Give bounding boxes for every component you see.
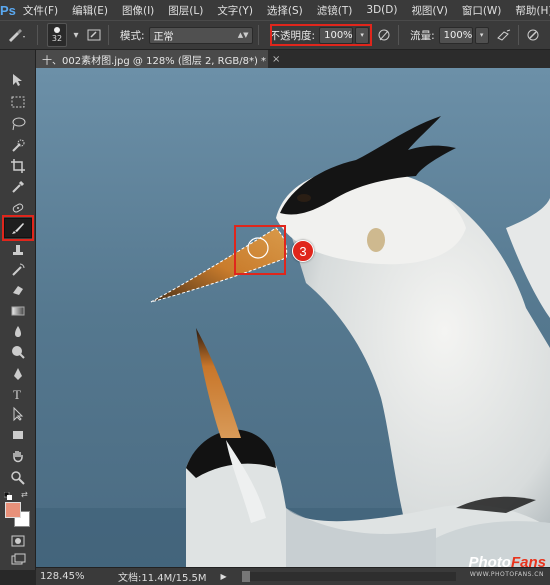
- document-info: 文档:11.4M/15.5M: [118, 573, 207, 584]
- zoom-icon[interactable]: [4, 468, 32, 488]
- close-tab-icon[interactable]: ×: [272, 54, 280, 65]
- flow-dropdown-icon[interactable]: ▾: [474, 26, 489, 44]
- type-icon[interactable]: T: [4, 384, 32, 404]
- dodge-icon[interactable]: [4, 342, 32, 362]
- brush-size-picker[interactable]: 32: [47, 23, 67, 47]
- lasso-icon[interactable]: [4, 114, 32, 134]
- horizontal-scrollbar[interactable]: [246, 572, 456, 581]
- screen-mode-icon[interactable]: [4, 550, 32, 570]
- blur-icon[interactable]: [4, 322, 32, 342]
- watermark-logo: PhotoFans: [468, 554, 546, 571]
- default-colors-icon[interactable]: [3, 490, 14, 500]
- status-menu-arrow-icon[interactable]: ▶: [221, 572, 227, 581]
- photoshop-logo: Ps: [0, 2, 16, 18]
- document-tab[interactable]: 十、002素材图.jpg @ 128% (图层 2, RGB/8*) * ×: [36, 50, 280, 68]
- menu-help[interactable]: 帮助(H): [508, 3, 550, 18]
- menu-file[interactable]: 文件(F): [16, 3, 65, 18]
- mode-value: 正常: [153, 31, 174, 43]
- history-brush-icon[interactable]: [4, 260, 32, 280]
- pen-icon[interactable]: [4, 364, 32, 384]
- menu-edit[interactable]: 编辑(E): [65, 3, 115, 18]
- flow-field[interactable]: 100%: [438, 26, 473, 44]
- move-icon[interactable]: [4, 70, 32, 90]
- stamp-icon[interactable]: [4, 240, 32, 260]
- brush-dropdown-icon[interactable]: ▾: [67, 26, 85, 44]
- menu-layer[interactable]: 图层(L): [161, 3, 210, 18]
- shape-icon[interactable]: [4, 425, 32, 445]
- marquee-icon[interactable]: [4, 92, 32, 112]
- annotation-badge-3: 3: [292, 240, 314, 262]
- svg-text:T: T: [13, 387, 21, 402]
- document-tab-bar: 十、002素材图.jpg @ 128% (图层 2, RGB/8*) * ×: [36, 50, 550, 68]
- brush-cursor-highlight: [234, 225, 286, 275]
- scrollbar-thumb[interactable]: [242, 571, 250, 582]
- brush-panel-toggle-icon[interactable]: [85, 26, 103, 44]
- bird-photo: [36, 68, 550, 567]
- quick-mask-icon[interactable]: [4, 531, 32, 551]
- gradient-icon[interactable]: [4, 301, 32, 321]
- menu-3d[interactable]: 3D(D): [359, 4, 404, 16]
- menu-select[interactable]: 选择(S): [260, 3, 310, 18]
- tool-preset-picker[interactable]: [0, 24, 32, 46]
- menu-filter[interactable]: 滤镜(T): [310, 3, 360, 18]
- pressure-opacity-icon[interactable]: [375, 26, 393, 44]
- menu-image[interactable]: 图像(I): [115, 3, 161, 18]
- swap-colors-icon[interactable]: ⇄: [21, 490, 31, 499]
- airbrush-icon[interactable]: [495, 26, 513, 44]
- crop-icon[interactable]: [4, 156, 32, 176]
- foreground-color-swatch[interactable]: [5, 502, 21, 518]
- zoom-level[interactable]: 128.45%: [36, 571, 85, 582]
- menu-bar: Ps 文件(F) 编辑(E) 图像(I) 图层(L) 文字(Y) 选择(S) 滤…: [0, 0, 550, 20]
- mode-select[interactable]: 正常 ▲▼: [148, 26, 253, 44]
- status-bar: 128.45% 文档:11.4M/15.5M ▶ PhotoFans WWW.P…: [36, 554, 550, 585]
- document-title: 十、002素材图.jpg @ 128% (图层 2, RGB/8*) *: [42, 55, 267, 67]
- canvas[interactable]: [36, 68, 550, 567]
- brush-dot-icon: [54, 27, 60, 33]
- menu-type[interactable]: 文字(Y): [210, 3, 260, 18]
- watermark-url: WWW.PHOTOFANS.CN: [469, 571, 544, 578]
- opacity-highlight: [270, 24, 372, 46]
- path-select-icon[interactable]: [4, 404, 32, 424]
- brush-tool-highlight: [2, 215, 34, 241]
- select-arrow-icon: ▲▼: [237, 30, 249, 39]
- hand-icon[interactable]: [4, 447, 32, 467]
- pressure-size-icon[interactable]: [524, 26, 542, 44]
- mode-label: 模式:: [120, 29, 145, 42]
- brush-preset-icon: [9, 29, 25, 42]
- quick-select-icon[interactable]: [4, 136, 32, 156]
- menu-view[interactable]: 视图(V): [404, 3, 454, 18]
- menu-window[interactable]: 窗口(W): [455, 3, 509, 18]
- eyedropper-icon[interactable]: [4, 177, 32, 197]
- eraser-icon[interactable]: [4, 280, 32, 300]
- flow-label: 流量:: [410, 29, 435, 42]
- toolbox: T ⇄: [0, 50, 36, 570]
- brush-size-value: 32: [51, 34, 63, 43]
